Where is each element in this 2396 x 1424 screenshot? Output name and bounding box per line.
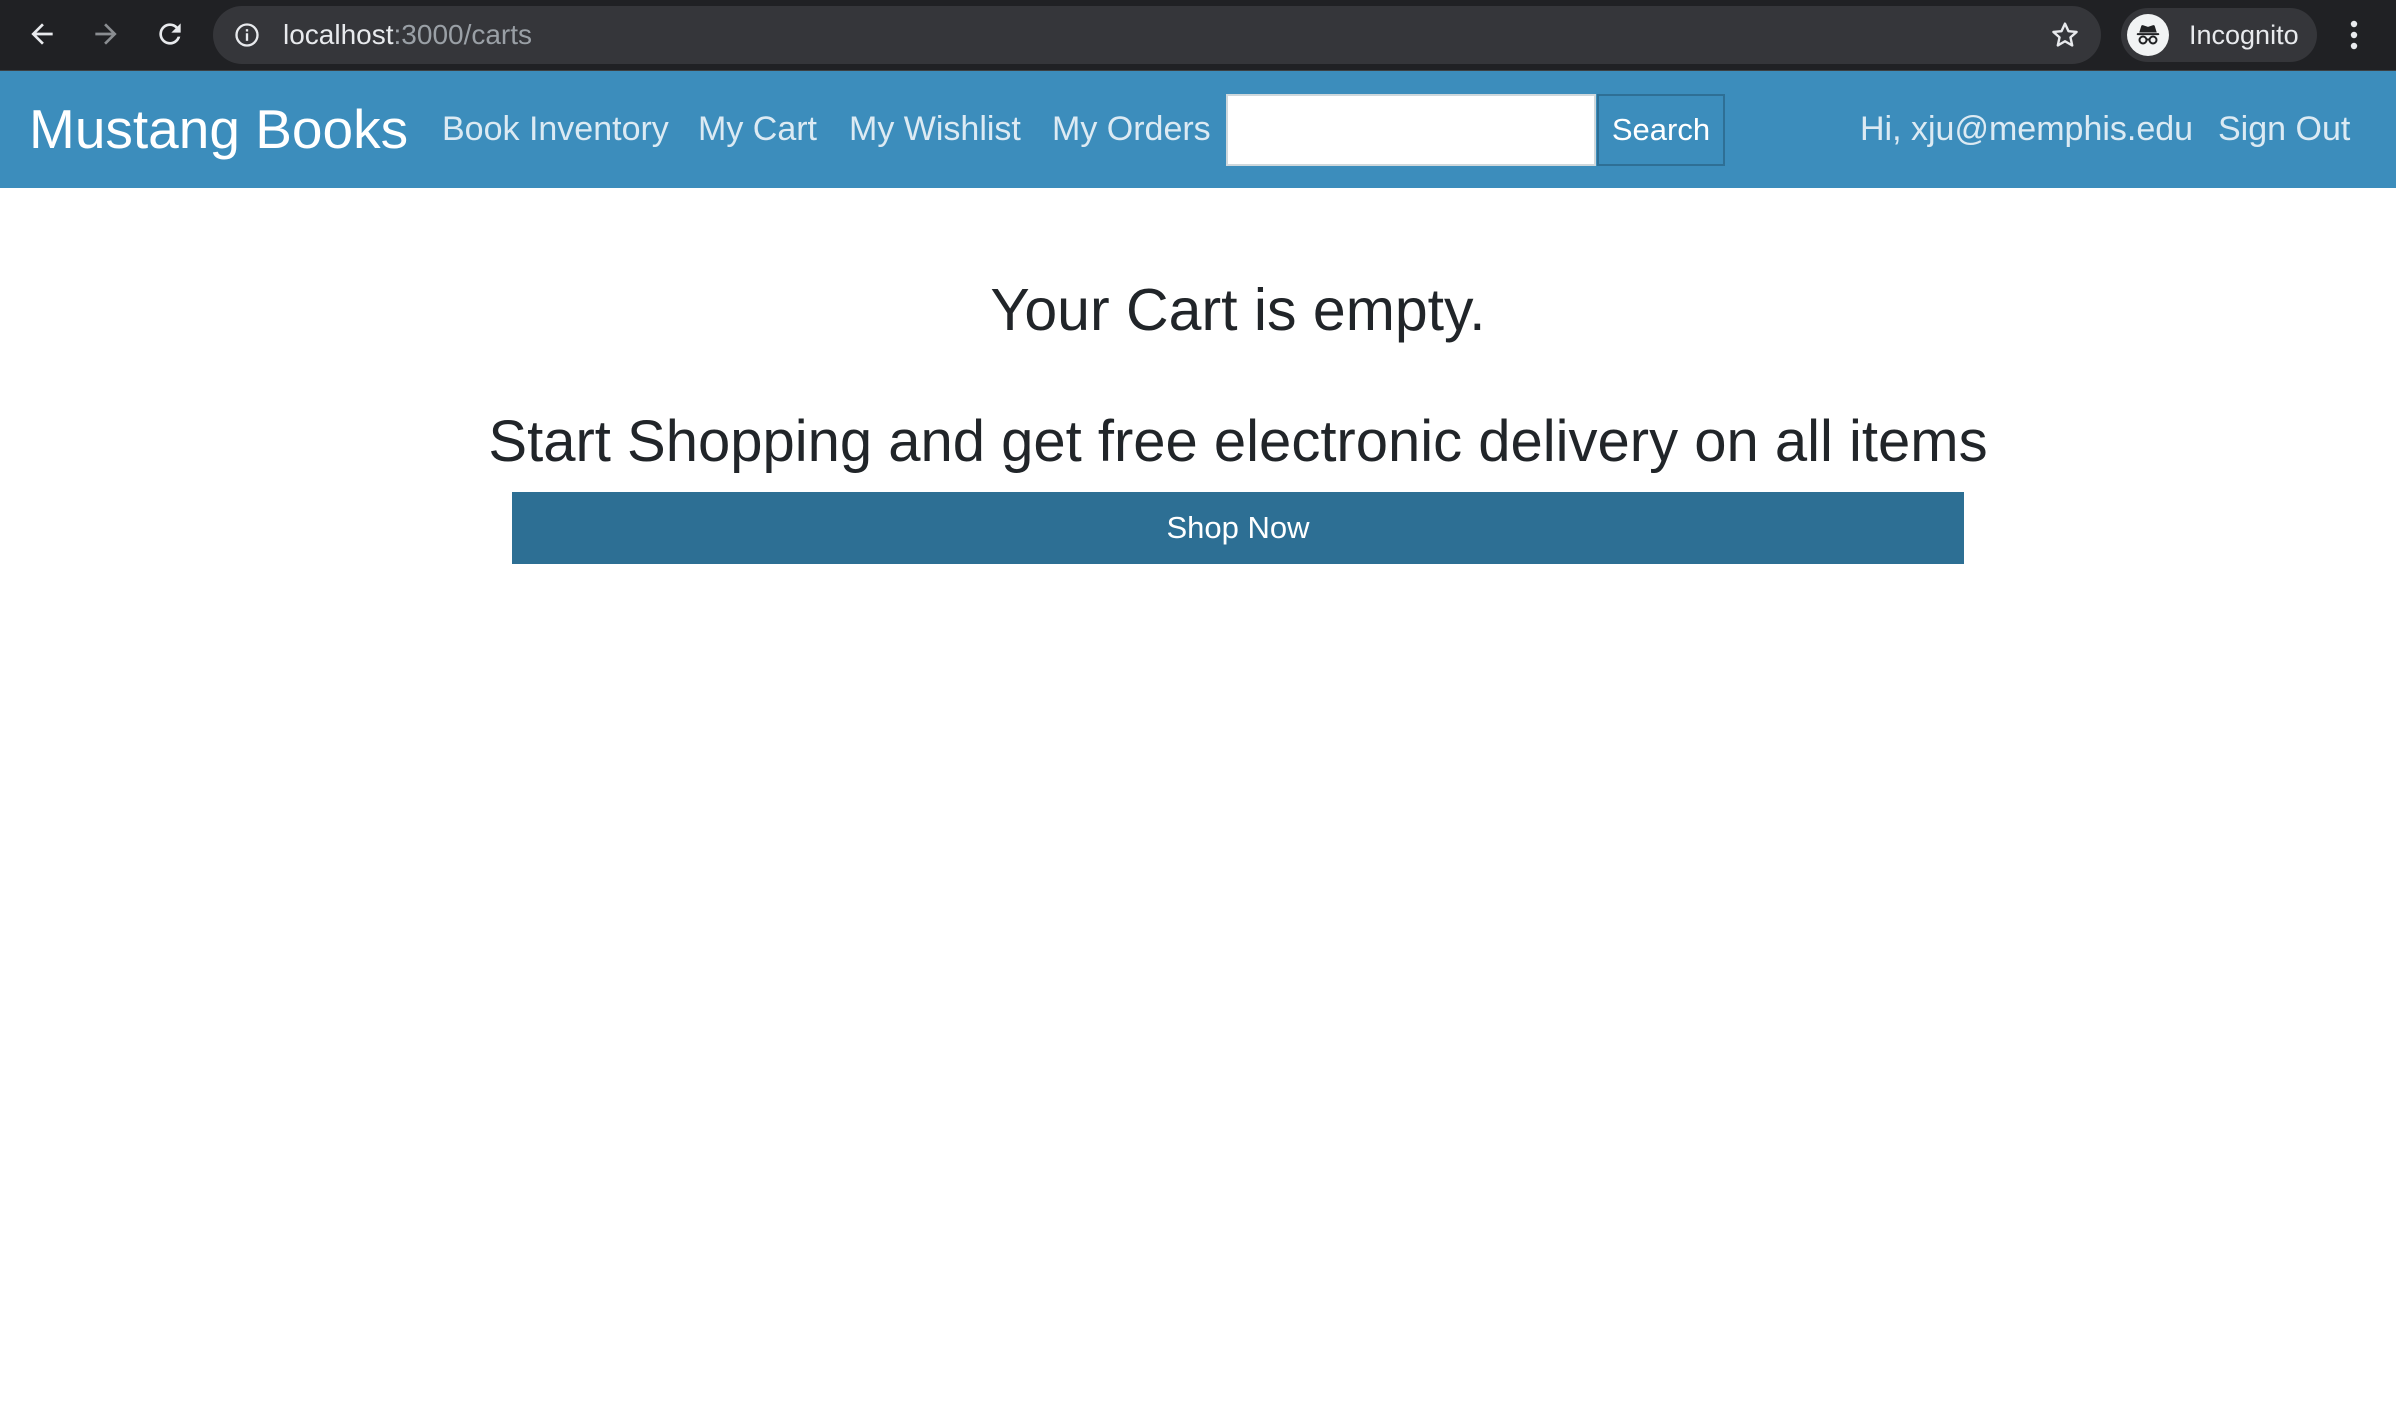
reload-icon	[159, 23, 181, 45]
sign-out-link[interactable]: Sign Out	[2218, 71, 2350, 188]
forward-button[interactable]	[82, 10, 130, 58]
nav-link-book-inventory[interactable]: Book Inventory	[442, 71, 669, 188]
arrow-right-icon	[95, 23, 117, 45]
more-vertical-icon	[2350, 20, 2358, 50]
url-text[interactable]: localhost:3000/carts	[283, 6, 532, 64]
app-navbar: Mustang Books Book Inventory My Cart My …	[0, 71, 2396, 188]
url-path: :3000/carts	[393, 19, 533, 50]
info-icon[interactable]	[233, 21, 261, 49]
user-greeting-link[interactable]: Hi, xju@memphis.edu	[1860, 71, 2193, 188]
back-button[interactable]	[18, 10, 66, 58]
incognito-icon	[2127, 14, 2169, 56]
profile-button[interactable]: Incognito	[2121, 8, 2317, 62]
brand-logo-link[interactable]: Mustang Books	[29, 71, 408, 188]
search-button[interactable]: Search	[1597, 94, 1725, 166]
nav-link-my-cart[interactable]: My Cart	[698, 71, 817, 188]
nav-link-my-wishlist[interactable]: My Wishlist	[849, 71, 1021, 188]
browser-toolbar: localhost:3000/carts Incognito	[0, 0, 2396, 71]
url-host: localhost	[283, 19, 394, 50]
reload-button[interactable]	[146, 10, 194, 58]
nav-link-my-orders[interactable]: My Orders	[1052, 71, 1211, 188]
search-input[interactable]	[1226, 94, 1596, 166]
empty-cart-message: Your Cart is empty.	[990, 277, 1486, 343]
promo-message: Start Shopping and get free electronic d…	[488, 409, 1988, 474]
star-icon[interactable]	[2049, 19, 2081, 51]
browser-menu-button[interactable]	[2338, 10, 2370, 60]
profile-label: Incognito	[2189, 19, 2299, 50]
address-bar[interactable]: localhost:3000/carts	[213, 6, 2101, 64]
shop-now-button[interactable]: Shop Now	[512, 492, 1964, 564]
arrow-left-icon	[31, 23, 53, 45]
